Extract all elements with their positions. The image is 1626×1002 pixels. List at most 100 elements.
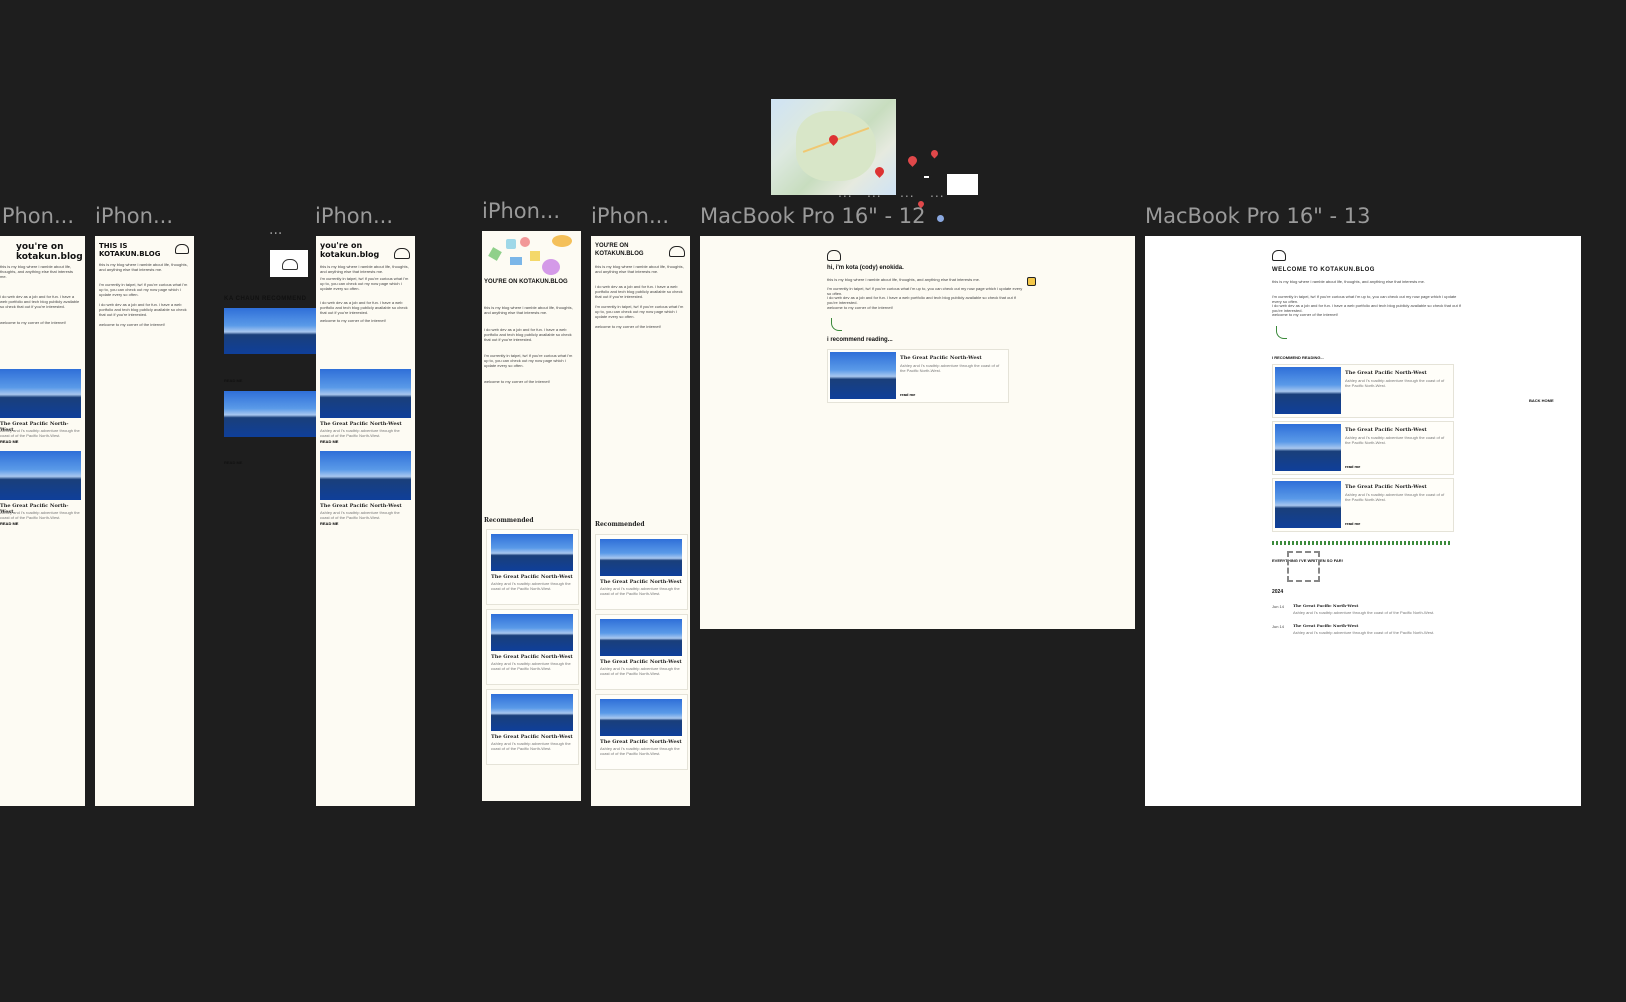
taipei-text: i'm currently in taipei, tw! if you're c… [484, 353, 573, 368]
read-more-link[interactable]: READ ME [224, 460, 242, 465]
work-text: i do web dev as a job and for fun. i hav… [0, 294, 80, 309]
post-title: The Great Pacific North-West [491, 734, 573, 740]
mini-frame[interactable] [270, 250, 308, 277]
post-image[interactable] [224, 391, 316, 437]
post-title: The Great Pacific North-West [491, 574, 573, 580]
welcome-text: welcome to my corner of the internet! [827, 305, 893, 310]
lock-icon [1027, 277, 1036, 286]
post-desc: Ashley and I's roadtrip adventure throug… [1345, 492, 1445, 502]
frame-label[interactable]: iPhon... [315, 204, 393, 228]
iphone-frame-1[interactable]: you're on kotakun.blog this is my blog w… [0, 236, 85, 806]
iphone-frame-2[interactable]: THIS IS KOTAKUN.BLOG this is my blog whe… [95, 236, 194, 806]
map-land [796, 111, 876, 181]
hero-title: THIS IS KOTAKUN.BLOG [99, 242, 161, 258]
map-pin-icon [873, 165, 886, 178]
frame-label[interactable]: iPhon... [591, 204, 669, 228]
frame-label[interactable]: iPhon... [95, 204, 173, 228]
frame-label[interactable]: MacBook Pro 16" - 13 [1145, 204, 1371, 228]
welcome-text: welcome to my corner of the internet! [1272, 312, 1338, 317]
frame-label[interactable]: MacBook Pro 16" - 12 [700, 204, 926, 228]
archive-title[interactable]: The Great Pacific North-West [1293, 603, 1358, 608]
iphone-frame-6[interactable]: YOU'RE ON KOTAKUN.BLOG this is my blog w… [591, 236, 690, 806]
post-card[interactable]: The Great Pacific North-West Ashley and … [595, 534, 688, 610]
recommend-frame[interactable]: KA CHAUN RECOMMEND READ ME READ ME [224, 290, 316, 470]
iphone-frame-4[interactable]: you're on kotakun.blog this is my blog w… [316, 236, 415, 806]
iphone-frame-5[interactable]: YOU'RE ON KOTAKUN.BLOG this is my blog w… [482, 231, 581, 801]
post-card[interactable]: The Great Pacific North-West Ashley and … [827, 349, 1009, 403]
post-desc: Ashley and I's roadtrip adventure throug… [0, 510, 80, 520]
read-more-link[interactable]: READ ME [320, 521, 338, 526]
arrow-doodle-icon [831, 318, 842, 331]
white-rect[interactable] [947, 174, 978, 195]
post-desc: Ashley and I's roadtrip adventure throug… [320, 510, 400, 520]
ellipsis-icon[interactable]: ... [867, 184, 882, 200]
post-image [1275, 424, 1341, 471]
read-more-link[interactable]: READ ME [0, 439, 18, 444]
taipei-text: i'm currently in taipei, tw! if you're c… [320, 276, 409, 291]
post-card[interactable]: The Great Pacific North-West Ashley and … [1272, 421, 1454, 475]
hero-title: YOU'RE ON KOTAKUN.BLOG [484, 279, 568, 285]
read-more-link[interactable]: read me [1345, 464, 1360, 469]
back-home-link[interactable]: BACK HOME [1529, 398, 1554, 403]
welcome-text: welcome to my corner of the internet! [320, 318, 386, 323]
post-title[interactable]: The Great Pacific North-West [320, 421, 410, 427]
post-card[interactable]: The Great Pacific North-West Ashley and … [595, 614, 688, 690]
bracket-icon [1287, 551, 1320, 582]
post-image[interactable] [224, 308, 316, 354]
frame-label[interactable]: iPhon... [482, 199, 560, 223]
post-card[interactable]: The Great Pacific North-West Ashley and … [486, 689, 579, 765]
post-image[interactable] [0, 369, 81, 418]
macbook-frame-13[interactable]: WELCOME TO KOTAKUN.BLOG this is my blog … [1145, 236, 1581, 806]
post-title[interactable]: The Great Pacific North-West [320, 503, 410, 509]
post-title: The Great Pacific North-West [600, 739, 682, 745]
post-card[interactable]: The Great Pacific North-West Ashley and … [595, 694, 688, 770]
post-desc: Ashley and I's roadtrip adventure throug… [0, 428, 80, 438]
work-text: i do web dev as a job and for fun. i hav… [99, 302, 187, 317]
hero-title: you're on kotakun.blog [320, 241, 380, 259]
archive-date: Jun 14 [1272, 624, 1285, 629]
post-image[interactable] [320, 369, 411, 418]
post-image [1275, 367, 1341, 414]
post-desc: Ashley and I's roadtrip adventure throug… [1345, 378, 1445, 388]
intro-text: this is my blog where i ramble about lif… [99, 262, 188, 272]
post-title: The Great Pacific North-West [1345, 427, 1427, 433]
work-text: i do web dev as a job and for fun. i hav… [320, 300, 408, 315]
read-more-link[interactable]: READ ME [320, 439, 338, 444]
arrow-doodle-icon [1276, 326, 1287, 339]
hero-title: WELCOME TO KOTAKUN.BLOG [1272, 267, 1375, 273]
post-card[interactable]: The Great Pacific North-West Ashley and … [486, 609, 579, 685]
post-image [1275, 481, 1341, 528]
frame-label[interactable]: iPhon... [0, 204, 74, 228]
macbook-frame-12[interactable]: hi, i'm kota (cody) enokida. this is my … [700, 236, 1135, 629]
hero-title: you're on kotakun.blog [16, 242, 83, 262]
squiggle-divider [1272, 541, 1451, 545]
post-title: The Great Pacific North-West [491, 654, 573, 660]
read-more-link[interactable]: read me [1345, 521, 1360, 526]
ellipsis-icon[interactable]: ... [930, 184, 945, 200]
mascot-icon [394, 248, 410, 259]
post-desc: Ashley and I's roadtrip adventure throug… [600, 746, 680, 756]
post-card[interactable]: The Great Pacific North-West Ashley and … [1272, 364, 1454, 418]
map-image[interactable] [771, 99, 896, 195]
post-image[interactable] [320, 451, 411, 500]
post-card[interactable]: The Great Pacific North-West Ashley and … [1272, 478, 1454, 532]
hero-title: YOU'RE ON KOTAKUN.BLOG [595, 243, 644, 257]
post-card[interactable]: The Great Pacific North-West Ashley and … [486, 529, 579, 605]
intro-text: this is my blog where i ramble about lif… [1272, 279, 1425, 284]
taipei-text: i'm currently in taipei, tw! if you're c… [595, 304, 684, 319]
read-more-link[interactable]: read me [900, 392, 915, 397]
ellipsis-icon[interactable]: ... [900, 184, 915, 200]
post-desc: Ashley and I's roadtrip adventure throug… [491, 581, 571, 591]
ellipsis-icon[interactable]: ... [838, 184, 853, 200]
read-more-link[interactable]: READ ME [0, 521, 18, 526]
welcome-text: welcome to my corner of the internet! [484, 379, 550, 384]
archive-title[interactable]: The Great Pacific North-West [1293, 623, 1358, 628]
intro-text: this is my blog where i ramble about lif… [595, 264, 684, 274]
post-image[interactable] [0, 451, 81, 500]
recommended-heading: Recommended [595, 521, 645, 528]
design-canvas[interactable]: { "frames": [ {"label": "iPhon...", "her… [0, 0, 1626, 1002]
archive-desc: Ashley and I's roadtrip adventure throug… [1293, 610, 1435, 615]
frame-label[interactable]: ... [269, 222, 282, 238]
welcome-text: welcome to my corner of the internet! [595, 324, 661, 329]
read-more-link[interactable]: READ ME [224, 378, 242, 383]
